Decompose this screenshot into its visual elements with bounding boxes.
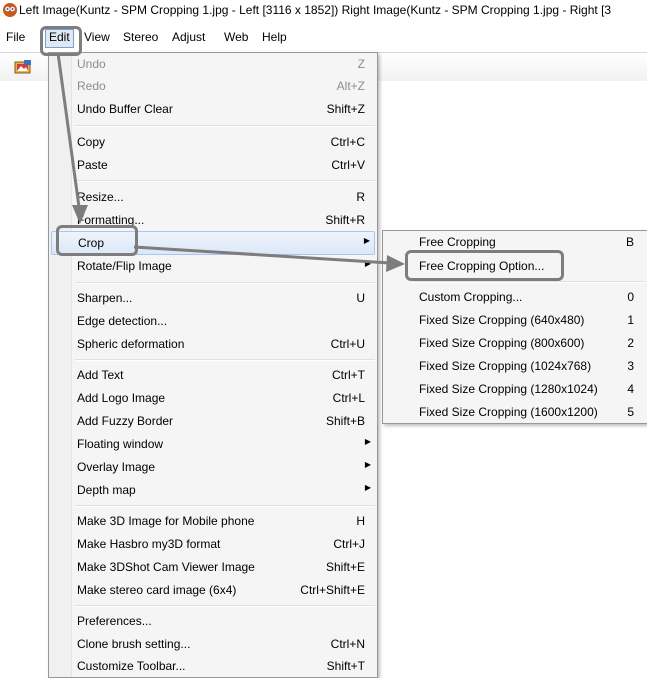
arrow-edit-to-crop	[56, 52, 81, 208]
arrowhead-icon	[72, 205, 88, 224]
arrow-crop-to-option	[133, 245, 391, 265]
arrowhead-icon	[386, 255, 405, 272]
tutorial-arrows	[56, 52, 405, 272]
